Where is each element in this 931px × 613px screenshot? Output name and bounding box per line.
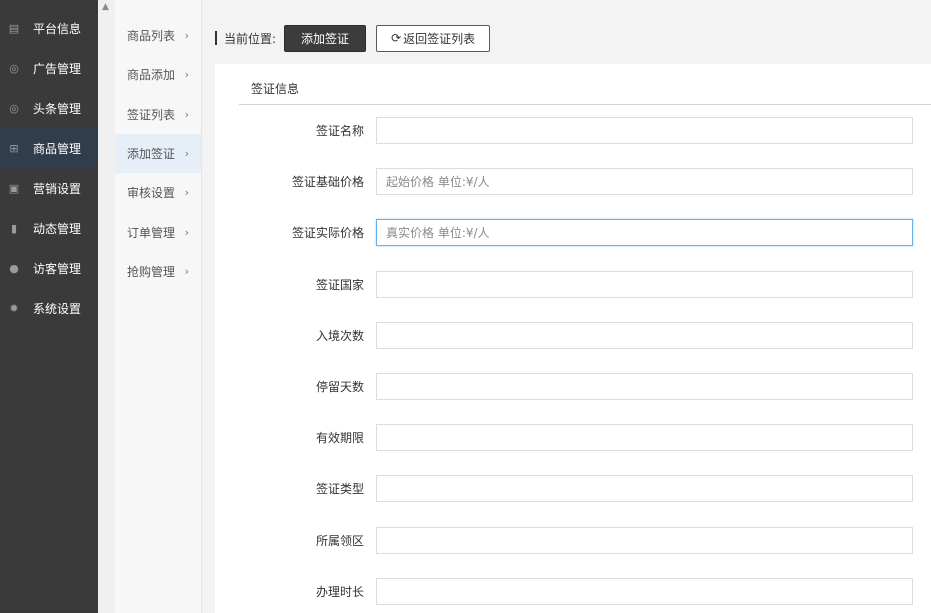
form-row: 签证名称 xyxy=(215,117,931,144)
sidebar-item[interactable]: ⊞ 商品管理 xyxy=(0,128,98,168)
submenu-item[interactable]: 抢购管理 › xyxy=(115,252,201,291)
field-label: 签证国家 xyxy=(315,277,364,292)
submenu-item[interactable]: 添加签证 › xyxy=(115,133,201,174)
submenu-item-label: 商品添加 xyxy=(127,68,176,83)
form-row: 办理时长 xyxy=(215,577,931,605)
field-label: 签证名称 xyxy=(315,124,364,138)
sidebar-item[interactable]: ▣ 营销设置 xyxy=(0,168,98,208)
field-label: 办理时长 xyxy=(315,584,364,599)
form-row: 所属领区 xyxy=(215,526,931,554)
submenu-item[interactable]: 商品列表 › xyxy=(115,16,201,55)
main-content: 当前位置: 添加签证 ⟳ 返回签证列表 签证信息 签证名称签证基础价格签证实际价… xyxy=(203,0,931,613)
form-input[interactable] xyxy=(376,321,913,349)
form-input[interactable] xyxy=(376,219,913,247)
section-divider xyxy=(239,104,931,105)
form-row: 停留天数 xyxy=(215,373,931,400)
scrollbar[interactable]: ▲ xyxy=(98,0,115,613)
submenu-item-label: 添加签证 xyxy=(127,147,176,162)
form-row: 入境次数 xyxy=(215,321,931,349)
chevron-right-icon: › xyxy=(184,147,189,161)
chevron-right-icon: › xyxy=(184,225,189,239)
newspaper-icon: ▤ xyxy=(8,21,20,35)
breadcrumb: 当前位置: 添加签证 ⟳ 返回签证列表 xyxy=(203,24,491,52)
sidebar-item[interactable]: ▮ 动态管理 xyxy=(0,208,98,248)
form-input[interactable] xyxy=(376,526,913,554)
submenu-item[interactable]: 商品添加 › xyxy=(115,55,201,94)
field-label: 入境次数 xyxy=(315,328,364,343)
main-sidebar: ▤ 平台信息 ◎ 广告管理 ◎ 头条管理 ⊞ 商品管理 ▣ 营销设置 ▮ 动态管理 ● 访客管理 ✹ 系统设置 xyxy=(0,0,98,613)
chevron-right-icon: › xyxy=(184,186,189,200)
chevron-right-icon: › xyxy=(184,107,189,121)
sidebar-item-label: 商品管理 xyxy=(33,141,82,156)
back-button-label: 返回签证列表 xyxy=(403,31,476,46)
sidebar-item[interactable]: ▤ 平台信息 xyxy=(0,8,98,48)
sidebar-item-label: 访客管理 xyxy=(33,261,82,276)
form-input[interactable] xyxy=(376,168,913,196)
sidebar-item[interactable]: ✹ 系统设置 xyxy=(0,288,98,328)
submenu-item-label: 抢购管理 xyxy=(127,264,176,279)
gift-icon: ▣ xyxy=(8,181,20,195)
form-row: 签证类型 xyxy=(215,475,931,503)
sidebar-item-label: 系统设置 xyxy=(33,301,82,316)
breadcrumb-label: 当前位置: xyxy=(224,31,277,46)
sidebar-item-label: 营销设置 xyxy=(33,181,82,196)
form-input[interactable] xyxy=(376,270,913,298)
scroll-up-arrow-icon[interactable]: ▲ xyxy=(102,2,109,12)
sidebar-item-label: 动态管理 xyxy=(33,221,82,236)
sidebar-item[interactable]: ● 访客管理 xyxy=(0,248,98,288)
section-title: 签证信息 xyxy=(251,82,300,96)
form-row: 签证基础价格 xyxy=(215,168,931,196)
form-row: 签证国家 xyxy=(215,270,931,298)
sidebar-item[interactable]: ◎ 头条管理 xyxy=(0,88,98,128)
sidebar-item-label: 平台信息 xyxy=(33,21,82,36)
sub-menu: 商品列表 › 商品添加 › 签证列表 › 添加签证 › 审核设置 › 订单管理 › 抢购管理 › xyxy=(115,0,202,613)
back-to-visa-list-button[interactable]: ⟳ 返回签证列表 xyxy=(376,24,491,52)
refresh-icon: ⟳ xyxy=(391,31,402,45)
form-input[interactable] xyxy=(376,117,913,144)
submenu-item[interactable]: 审核设置 › xyxy=(115,173,201,212)
field-label: 有效期限 xyxy=(315,431,364,446)
gear-icon: ✹ xyxy=(9,301,19,315)
field-label: 签证基础价格 xyxy=(291,175,364,190)
submenu-item-label: 订单管理 xyxy=(127,225,176,240)
sidebar-item[interactable]: ◎ 广告管理 xyxy=(0,48,98,88)
book-icon: ▮ xyxy=(10,221,18,235)
field-label: 所属领区 xyxy=(315,533,364,548)
current-page-button[interactable]: 添加签证 xyxy=(284,24,367,52)
submenu-item[interactable]: 签证列表 › xyxy=(115,95,201,134)
form-input[interactable] xyxy=(376,577,913,605)
submenu-item-label: 审核设置 xyxy=(127,186,176,201)
submenu-item[interactable]: 订单管理 › xyxy=(115,212,201,251)
field-label: 签证类型 xyxy=(315,482,364,497)
sidebar-item-label: 头条管理 xyxy=(33,101,82,116)
form-input[interactable] xyxy=(376,475,913,503)
form-row: 有效期限 xyxy=(215,424,931,452)
chevron-right-icon: › xyxy=(184,264,189,278)
breadcrumb-marker xyxy=(215,31,217,45)
submenu-item-label: 签证列表 xyxy=(127,107,176,122)
submenu-item-label: 商品列表 xyxy=(127,29,176,44)
sidebar-item-label: 广告管理 xyxy=(33,61,82,76)
lifebuoy-icon: ◎ xyxy=(9,101,19,115)
form-panel: 签证信息 签证名称签证基础价格签证实际价格签证国家入境次数停留天数有效期限签证类… xyxy=(215,64,931,613)
user-icon: ● xyxy=(9,261,19,275)
chevron-right-icon: › xyxy=(184,68,189,82)
cart-icon: ⊞ xyxy=(9,141,19,155)
form-row: 签证实际价格 xyxy=(215,219,931,247)
chevron-right-icon: › xyxy=(184,29,189,43)
form-input[interactable] xyxy=(376,424,913,452)
form-input[interactable] xyxy=(376,373,913,400)
field-label: 停留天数 xyxy=(315,380,364,394)
field-label: 签证实际价格 xyxy=(291,226,364,241)
lifebuoy-icon: ◎ xyxy=(9,61,19,75)
